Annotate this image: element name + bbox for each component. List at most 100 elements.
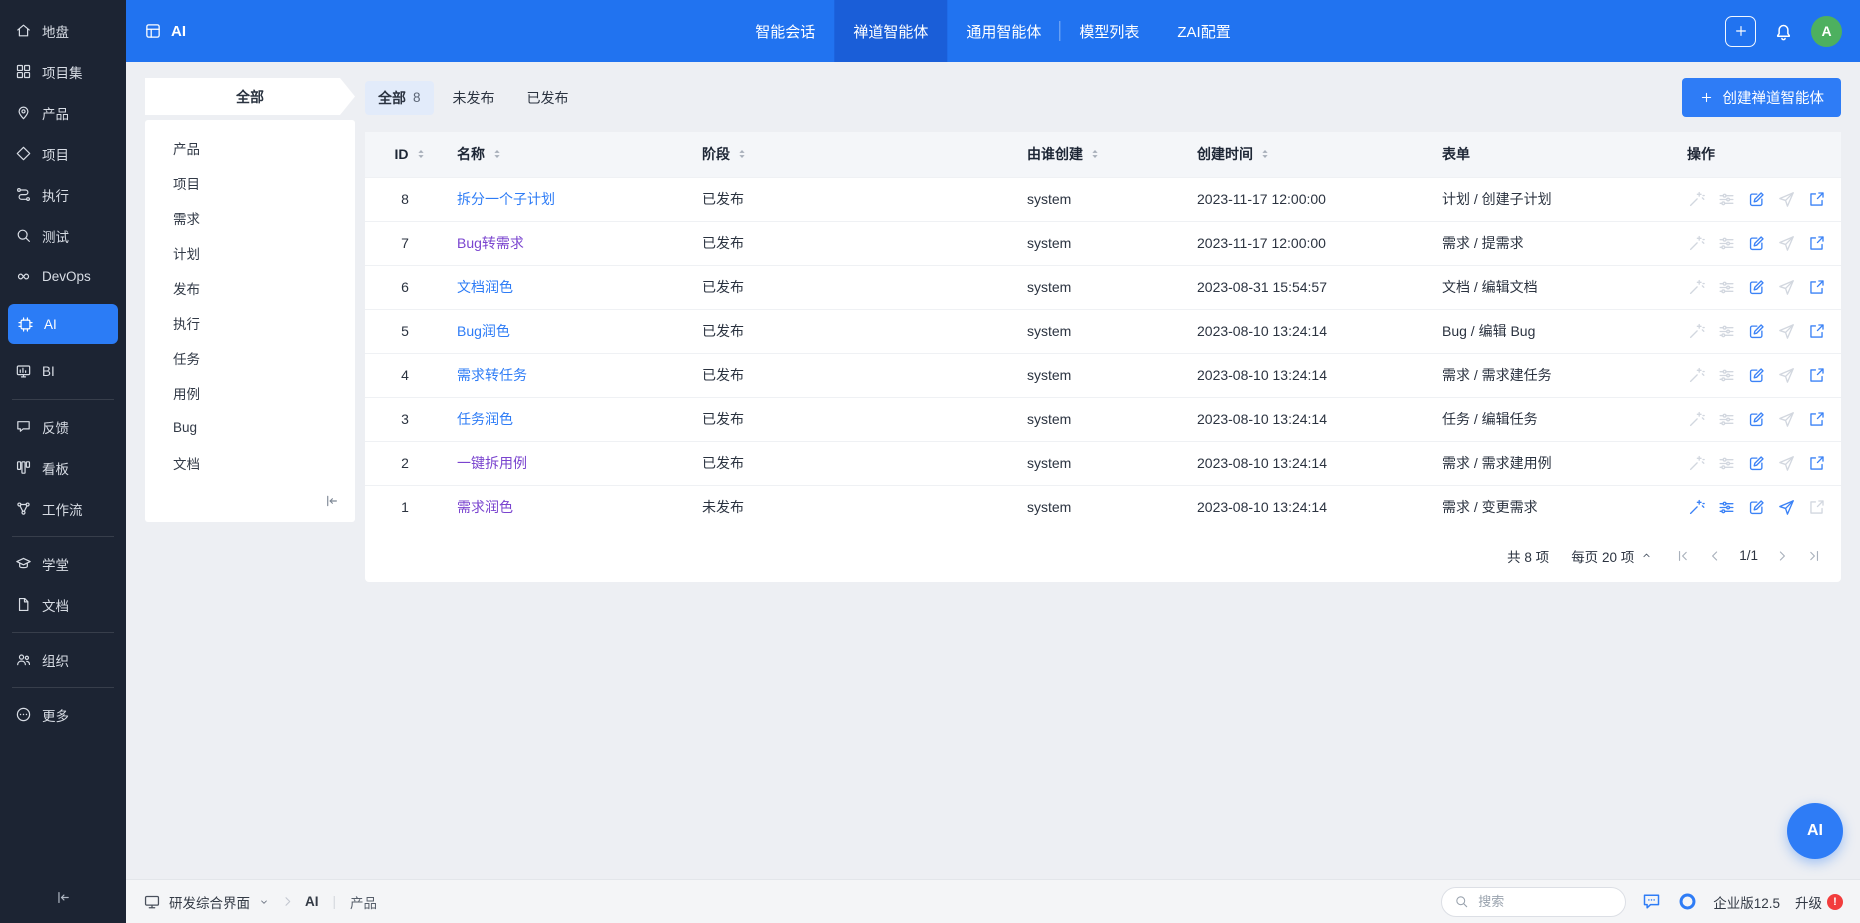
sidebar-item-kanban[interactable]: 看板: [0, 447, 126, 488]
panel-collapse-button[interactable]: [145, 480, 355, 522]
tab-general-agents[interactable]: 通用智能体: [947, 0, 1061, 62]
edit-icon[interactable]: [1747, 498, 1766, 517]
sidebar-item-devops[interactable]: DevOps: [0, 256, 126, 297]
sidebar-item-qa[interactable]: 测试: [0, 215, 126, 256]
edit-icon[interactable]: [1747, 190, 1766, 209]
open-icon[interactable]: [1807, 410, 1826, 429]
filter-item-story[interactable]: 需求: [145, 200, 355, 235]
wand-icon[interactable]: [1687, 190, 1706, 209]
first-page-button[interactable]: [1675, 548, 1691, 564]
wand-icon[interactable]: [1687, 498, 1706, 517]
send-icon[interactable]: [1777, 322, 1796, 341]
column-header-id[interactable]: ID: [365, 132, 445, 177]
next-page-button[interactable]: [1774, 548, 1790, 564]
module-scope-breadcrumb[interactable]: 全部: [145, 78, 355, 115]
prev-page-button[interactable]: [1707, 548, 1723, 564]
filter-item-plan[interactable]: 计划: [145, 235, 355, 270]
agent-name-link[interactable]: 文档润色: [457, 279, 513, 295]
sort-icon[interactable]: [735, 147, 749, 161]
upgrade-button[interactable]: 升级 !: [1795, 892, 1843, 912]
notifications-bell[interactable]: [1773, 21, 1794, 42]
sidebar-item-project[interactable]: 项目: [0, 133, 126, 174]
last-page-button[interactable]: [1806, 548, 1822, 564]
sort-icon[interactable]: [490, 147, 504, 161]
sidebar-item-org[interactable]: 组织: [0, 632, 126, 680]
sliders-icon[interactable]: [1717, 322, 1736, 341]
send-icon[interactable]: [1777, 410, 1796, 429]
wand-icon[interactable]: [1687, 278, 1706, 297]
search-input[interactable]: [1476, 893, 1614, 910]
edit-icon[interactable]: [1747, 234, 1766, 253]
sidebar-item-learn[interactable]: 学堂: [0, 536, 126, 584]
sliders-icon[interactable]: [1717, 190, 1736, 209]
filter-item-case[interactable]: 用例: [145, 375, 355, 410]
wand-icon[interactable]: [1687, 410, 1706, 429]
edit-icon[interactable]: [1747, 322, 1766, 341]
wand-icon[interactable]: [1687, 234, 1706, 253]
agent-name-link[interactable]: Bug转需求: [457, 235, 524, 251]
sidebar-item-workflow[interactable]: 工作流: [0, 488, 126, 529]
filter-item-bug[interactable]: Bug: [145, 410, 355, 445]
sidebar-item-more[interactable]: 更多: [0, 687, 126, 735]
sliders-icon[interactable]: [1717, 366, 1736, 385]
column-header-name[interactable]: 名称: [445, 132, 690, 177]
workspace-switcher[interactable]: 研发综合界面: [143, 892, 270, 912]
open-icon[interactable]: [1807, 322, 1826, 341]
sidebar-item-bi[interactable]: BI: [0, 351, 126, 392]
send-icon[interactable]: [1777, 234, 1796, 253]
edit-icon[interactable]: [1747, 366, 1766, 385]
app-switcher[interactable]: AI: [144, 22, 186, 40]
open-icon[interactable]: [1807, 190, 1826, 209]
edit-icon[interactable]: [1747, 278, 1766, 297]
column-header-stage[interactable]: 阶段: [690, 132, 1015, 177]
send-icon[interactable]: [1777, 366, 1796, 385]
filter-item-execution[interactable]: 执行: [145, 305, 355, 340]
open-icon[interactable]: [1807, 454, 1826, 473]
sidebar-item-program[interactable]: 项目集: [0, 51, 126, 92]
breadcrumb-module[interactable]: 产品: [350, 892, 377, 912]
sort-icon[interactable]: [1258, 147, 1272, 161]
column-header-creator[interactable]: 由谁创建: [1015, 132, 1185, 177]
edit-icon[interactable]: [1747, 410, 1766, 429]
agent-name-link[interactable]: 需求润色: [457, 499, 513, 515]
sliders-icon[interactable]: [1717, 410, 1736, 429]
sidebar-item-feedback[interactable]: 反馈: [0, 399, 126, 447]
sidebar-item-execution[interactable]: 执行: [0, 174, 126, 215]
tab-zai-config[interactable]: ZAI配置: [1158, 0, 1249, 62]
status-tab-unpublished[interactable]: 未发布: [440, 81, 508, 115]
sliders-icon[interactable]: [1717, 498, 1736, 517]
filter-item-project[interactable]: 项目: [145, 165, 355, 200]
sidebar-item-home[interactable]: 地盘: [0, 10, 126, 51]
brand-circle-button[interactable]: [1677, 891, 1698, 912]
status-tab-all[interactable]: 全部 8: [365, 80, 434, 115]
status-tab-published[interactable]: 已发布: [514, 81, 582, 115]
filter-item-release[interactable]: 发布: [145, 270, 355, 305]
send-icon[interactable]: [1777, 498, 1796, 517]
open-icon[interactable]: [1807, 366, 1826, 385]
header-add-button[interactable]: [1725, 15, 1756, 47]
sidebar-item-ai[interactable]: AI: [8, 304, 118, 344]
sort-icon[interactable]: [1088, 147, 1102, 161]
sliders-icon[interactable]: [1717, 278, 1736, 297]
messenger-button[interactable]: [1641, 891, 1662, 912]
agent-name-link[interactable]: Bug润色: [457, 323, 510, 339]
edit-icon[interactable]: [1747, 454, 1766, 473]
global-search[interactable]: [1441, 886, 1627, 917]
send-icon[interactable]: [1777, 190, 1796, 209]
send-icon[interactable]: [1777, 278, 1796, 297]
agent-name-link[interactable]: 拆分一个子计划: [457, 191, 555, 207]
sidebar-item-product[interactable]: 产品: [0, 92, 126, 133]
sliders-icon[interactable]: [1717, 454, 1736, 473]
tab-zentao-agents[interactable]: 禅道智能体: [834, 0, 948, 62]
sidebar-collapse-button[interactable]: [0, 871, 126, 923]
sort-icon[interactable]: [414, 147, 428, 161]
floating-ai-button[interactable]: AI: [1787, 803, 1843, 859]
wand-icon[interactable]: [1687, 322, 1706, 341]
open-icon[interactable]: [1807, 278, 1826, 297]
open-icon[interactable]: [1807, 234, 1826, 253]
agent-name-link[interactable]: 任务润色: [457, 411, 513, 427]
page-size-select[interactable]: 每页 20 项: [1571, 546, 1653, 566]
wand-icon[interactable]: [1687, 366, 1706, 385]
user-avatar[interactable]: A: [1811, 15, 1842, 47]
filter-item-task[interactable]: 任务: [145, 340, 355, 375]
